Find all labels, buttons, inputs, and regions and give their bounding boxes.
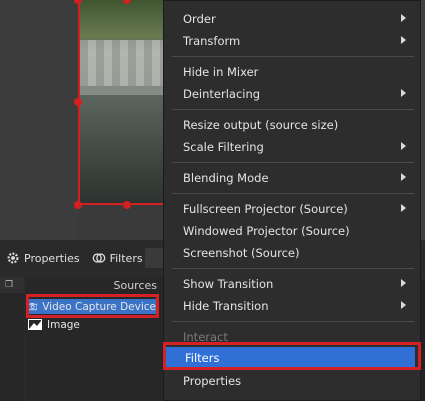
menu-separator <box>172 109 414 110</box>
menu-item-screenshot[interactable]: Screenshot (Source) <box>164 242 420 264</box>
menu-separator <box>172 193 414 194</box>
menu-item-fullscreen-projector[interactable]: Fullscreen Projector (Source) <box>164 198 420 220</box>
menu-item-label: Scale Filtering <box>183 140 264 154</box>
menu-item-order[interactable]: Order <box>164 8 420 30</box>
gear-icon <box>7 252 19 264</box>
menu-item-label: Deinterlacing <box>183 87 261 101</box>
source-item-label: Image <box>47 318 80 331</box>
filters-label: Filters <box>109 251 143 265</box>
menu-separator <box>172 321 414 322</box>
menu-item-deinterlacing[interactable]: Deinterlacing <box>164 83 420 105</box>
preview-water <box>80 95 176 203</box>
menu-item-scale-filtering[interactable]: Scale Filtering <box>164 136 420 158</box>
menu-separator <box>172 56 414 57</box>
undock-icon[interactable]: ❐ <box>5 280 13 290</box>
menu-item-transform[interactable]: Transform <box>164 30 420 52</box>
menu-item-label: Transform <box>183 34 241 48</box>
submenu-arrow-icon <box>401 142 406 150</box>
menu-item-windowed-projector[interactable]: Windowed Projector (Source) <box>164 220 420 242</box>
menu-item-show-transition[interactable]: Show Transition <box>164 273 420 295</box>
preview-margin <box>0 0 78 240</box>
filters-button[interactable]: Filters <box>86 251 149 265</box>
menu-item-resize-output[interactable]: Resize output (source size) <box>164 114 420 136</box>
submenu-arrow-icon <box>401 89 406 97</box>
menu-item-label: Show Transition <box>183 277 274 291</box>
filters-icon <box>92 253 105 263</box>
menu-separator <box>172 162 414 163</box>
transform-handle-bottom-mid[interactable] <box>123 201 131 209</box>
menu-separator <box>172 268 414 269</box>
preview-wall <box>80 40 176 86</box>
menu-item-label: Hide Transition <box>183 299 269 313</box>
menu-item-label: Screenshot (Source) <box>183 246 300 260</box>
submenu-arrow-icon <box>401 279 406 287</box>
submenu-arrow-icon <box>401 36 406 44</box>
transform-handle-bottom-left[interactable] <box>74 201 82 209</box>
context-menu: Order Transform Hide in Mixer Deinterlac… <box>163 0 421 401</box>
properties-label: Properties <box>24 251 80 265</box>
transform-handle-mid-left[interactable] <box>74 98 82 106</box>
annotation-highlight-box <box>163 342 421 370</box>
menu-item-hide-transition[interactable]: Hide Transition <box>164 295 420 317</box>
menu-item-label: Properties <box>183 374 242 388</box>
menu-item-properties[interactable]: Properties <box>164 370 420 392</box>
scenes-dock <box>0 277 24 401</box>
submenu-arrow-icon <box>401 204 406 212</box>
submenu-arrow-icon <box>401 301 406 309</box>
menu-item-label: Hide in Mixer <box>183 65 259 79</box>
source-item-image[interactable]: Image <box>28 317 80 332</box>
image-icon <box>28 319 42 330</box>
toolbar-extra-button[interactable] <box>145 248 165 268</box>
menu-item-label: Fullscreen Projector (Source) <box>183 202 348 216</box>
properties-button[interactable]: Properties <box>0 251 86 265</box>
menu-item-label: Order <box>183 12 216 26</box>
menu-item-blending-mode[interactable]: Blending Mode <box>164 167 420 189</box>
menu-item-hide-in-mixer[interactable]: Hide in Mixer <box>164 61 420 83</box>
menu-item-label: Blending Mode <box>183 171 269 185</box>
submenu-arrow-icon <box>401 173 406 181</box>
preview-trees <box>80 0 176 38</box>
menu-item-label: Resize output (source size) <box>183 118 339 132</box>
menu-item-label: Windowed Projector (Source) <box>183 224 350 238</box>
annotation-highlight-box <box>26 294 159 318</box>
submenu-arrow-icon <box>401 14 406 22</box>
sources-title: Sources <box>113 279 157 292</box>
